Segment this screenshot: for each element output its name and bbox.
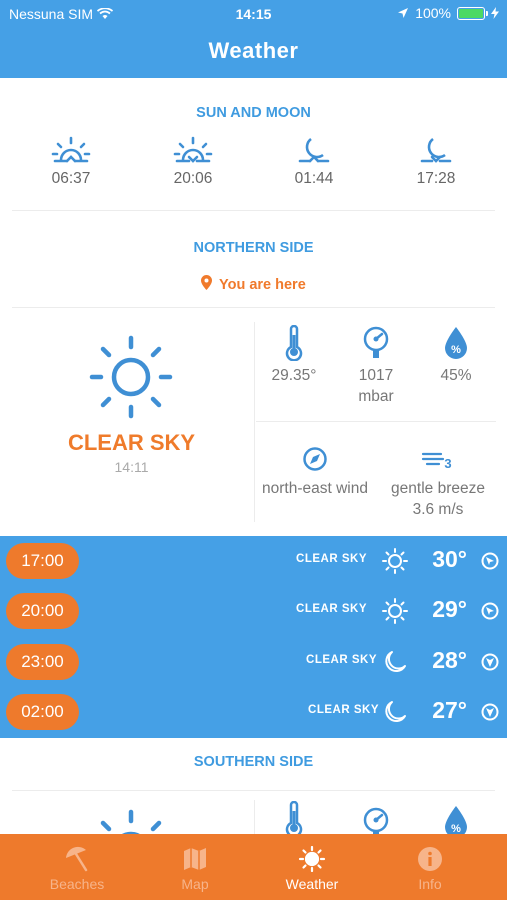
- forecast-time-pill: 02:00: [6, 694, 79, 730]
- status-bar: Nessuna SIM 14:15 100%: [0, 0, 507, 28]
- clear-sky-sun-icon: [89, 335, 173, 419]
- tab-map[interactable]: Map: [132, 834, 258, 900]
- tab-weather[interactable]: Weather: [249, 834, 375, 900]
- pressure-metric: 1017 mbar: [342, 325, 410, 407]
- status-right: 100%: [397, 5, 499, 21]
- humidity-drop-icon: %: [445, 327, 467, 359]
- current-updated-time: 14:11: [114, 459, 149, 475]
- northern-side-title: NORTHERN SIDE: [193, 240, 314, 256]
- forecast-temperature: 27°: [432, 697, 467, 723]
- forecast-condition: CLEAR SKY: [308, 704, 379, 716]
- temperature-value: 29.35°: [271, 367, 317, 384]
- wind-description: gentle breeze: [391, 480, 485, 497]
- beach-umbrella-icon: [66, 846, 88, 872]
- forecast-list: 17:00 CLEAR SKY 30° 20:00 CLEAR SKY 29° …: [0, 536, 507, 738]
- forecast-row[interactable]: 23:00 CLEAR SKY 28°: [0, 637, 507, 687]
- temperature-metric: 29.35°: [262, 325, 326, 386]
- forecast-row[interactable]: 17:00 CLEAR SKY 30°: [0, 536, 507, 586]
- you-are-here[interactable]: You are here: [0, 275, 507, 293]
- svg-text:3: 3: [444, 456, 451, 471]
- forecast-condition: CLEAR SKY: [296, 553, 367, 565]
- page-title: Weather: [208, 38, 299, 63]
- divider: [12, 307, 495, 308]
- divider: [256, 421, 496, 422]
- thermometer-icon: [285, 801, 303, 837]
- sun-icon: [382, 598, 408, 624]
- moonset-item: 17:28: [396, 136, 476, 188]
- wind-direction-icon: [481, 653, 499, 671]
- wind-direction-icon: [481, 602, 499, 620]
- tab-label: Beaches: [49, 876, 105, 892]
- tab-label: Info: [418, 876, 442, 892]
- wind-direction-metric: north-east wind: [256, 446, 374, 499]
- humidity-metric: % 45%: [424, 325, 488, 386]
- wind-speed-metric: 3 gentle breeze 3.6 m/s: [380, 446, 496, 520]
- current-weather: CLEAR SKY 14:11: [0, 318, 255, 523]
- barometer-icon: [363, 326, 389, 358]
- sun-moon-title: SUN AND MOON: [196, 105, 311, 121]
- sunrise-item: 06:37: [31, 136, 111, 188]
- tab-bar: Beaches Map Weather Info: [0, 834, 507, 900]
- divider: [12, 790, 495, 791]
- map-icon: [184, 848, 206, 870]
- location-pin-icon: [201, 275, 213, 290]
- forecast-row[interactable]: 20:00 CLEAR SKY 29°: [0, 586, 507, 636]
- tab-beaches[interactable]: Beaches: [14, 834, 140, 900]
- info-icon: [418, 847, 442, 871]
- sunset-item: 20:06: [153, 136, 233, 188]
- forecast-temperature: 28°: [432, 647, 467, 673]
- divider: [254, 322, 255, 522]
- you-are-here-label: You are here: [219, 277, 306, 293]
- divider: [12, 210, 495, 211]
- current-condition: CLEAR SKY: [67, 430, 196, 455]
- app-header: Nessuna SIM 14:15 100% Weather: [0, 0, 507, 78]
- moon-icon: [385, 701, 406, 722]
- svg-text:%: %: [451, 344, 461, 356]
- forecast-temperature: 30°: [432, 546, 467, 572]
- forecast-row[interactable]: 02:00 CLEAR SKY 27°: [0, 687, 507, 737]
- sun-icon: [382, 548, 408, 574]
- sun-icon: [298, 846, 326, 872]
- pressure-unit: mbar: [358, 388, 394, 405]
- forecast-temperature: 29°: [432, 596, 467, 622]
- sunset-time: 20:06: [173, 170, 213, 187]
- forecast-time-pill: 23:00: [6, 644, 79, 680]
- compass-icon: [303, 447, 327, 471]
- thermometer-icon: [285, 325, 303, 361]
- forecast-time-pill: 17:00: [6, 543, 79, 579]
- southern-side-title: SOUTHERN SIDE: [193, 754, 314, 770]
- tab-info[interactable]: Info: [367, 834, 493, 900]
- pressure-value: 1017: [358, 367, 394, 384]
- charging-bolt-icon: [491, 7, 499, 19]
- sunset-icon: [173, 136, 213, 163]
- location-arrow-icon: [398, 8, 409, 18]
- moonrise-item: 01:44: [274, 136, 354, 188]
- tab-label: Map: [181, 876, 209, 892]
- moonrise-icon: [298, 137, 330, 163]
- wind-direction-icon: [481, 552, 499, 570]
- wind-direction-value: north-east wind: [262, 480, 368, 497]
- forecast-condition: CLEAR SKY: [296, 603, 367, 615]
- wind-icon: 3: [421, 452, 452, 471]
- moonrise-time: 01:44: [294, 170, 334, 187]
- sunrise-icon: [51, 136, 91, 163]
- moonset-icon: [420, 137, 452, 163]
- forecast-condition: CLEAR SKY: [306, 654, 377, 666]
- moonset-time: 17:28: [416, 170, 456, 187]
- humidity-value: 45%: [440, 367, 472, 384]
- tab-label: Weather: [285, 876, 339, 892]
- wind-speed-value: 3.6 m/s: [412, 501, 464, 518]
- sunrise-time: 06:37: [51, 170, 91, 187]
- battery-icon: [457, 6, 488, 20]
- battery-percent: 100%: [415, 5, 451, 21]
- moon-icon: [385, 651, 406, 672]
- forecast-time-pill: 20:00: [6, 593, 79, 629]
- wind-direction-icon: [481, 703, 499, 721]
